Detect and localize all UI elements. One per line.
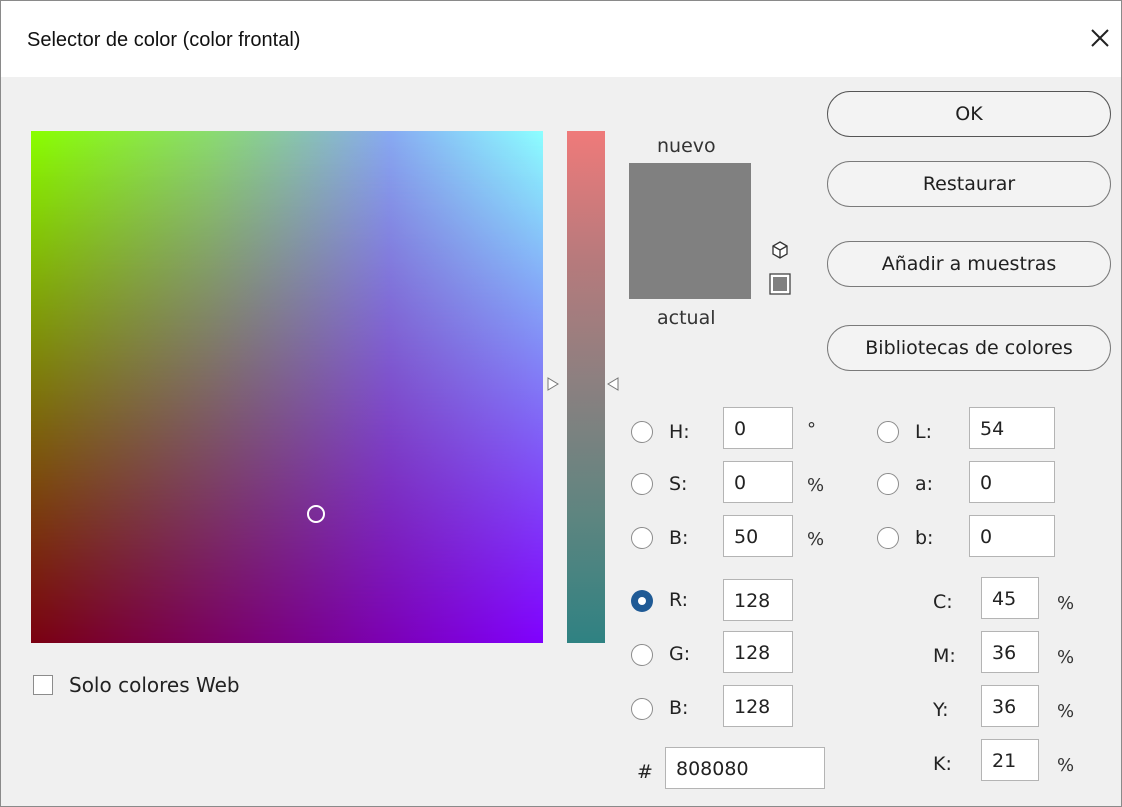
y-field[interactable]: 36 bbox=[981, 685, 1039, 727]
radio-b[interactable] bbox=[631, 527, 653, 549]
radio-l[interactable] bbox=[877, 421, 899, 443]
unit-b: % bbox=[807, 529, 825, 550]
c-field[interactable]: 45 bbox=[981, 577, 1039, 619]
radio-g[interactable] bbox=[631, 644, 653, 666]
m-field[interactable]: 36 bbox=[981, 631, 1039, 673]
slider-arrow-right-icon[interactable] bbox=[607, 377, 619, 391]
slider-arrow-left-icon[interactable] bbox=[547, 377, 559, 391]
web-swatch-icon[interactable] bbox=[769, 273, 791, 295]
hue-slider[interactable] bbox=[567, 131, 605, 643]
color-swatch[interactable] bbox=[629, 163, 751, 299]
radio-a[interactable] bbox=[877, 473, 899, 495]
unit-y: % bbox=[1057, 701, 1075, 722]
blue-field[interactable]: 128 bbox=[723, 685, 793, 727]
label-c: C: bbox=[933, 591, 953, 613]
label-s: S: bbox=[669, 473, 688, 495]
unit-h: ° bbox=[807, 419, 816, 440]
unit-c: % bbox=[1057, 593, 1075, 614]
close-button[interactable] bbox=[1083, 21, 1117, 55]
new-color-label: nuevo bbox=[657, 135, 716, 157]
label-g: G: bbox=[669, 643, 691, 665]
g-field[interactable]: 128 bbox=[723, 631, 793, 673]
label-b: B: bbox=[669, 527, 689, 549]
hex-label: # bbox=[637, 761, 653, 783]
hex-field[interactable]: 808080 bbox=[665, 747, 825, 789]
add-to-swatches-button[interactable]: Añadir a muestras bbox=[827, 241, 1111, 287]
color-libraries-button[interactable]: Bibliotecas de colores bbox=[827, 325, 1111, 371]
web-only-checkbox[interactable] bbox=[33, 675, 53, 695]
color-field-cursor[interactable] bbox=[307, 505, 325, 523]
label-m: M: bbox=[933, 645, 956, 667]
label-blue: B: bbox=[669, 697, 689, 719]
lab-b-field[interactable]: 0 bbox=[969, 515, 1055, 557]
unit-m: % bbox=[1057, 647, 1075, 668]
web-only-label: Solo colores Web bbox=[69, 673, 240, 697]
b-field[interactable]: 50 bbox=[723, 515, 793, 557]
label-y: Y: bbox=[933, 699, 949, 721]
ok-button[interactable]: OK bbox=[827, 91, 1111, 137]
label-lab-b: b: bbox=[915, 527, 934, 549]
current-color-label: actual bbox=[657, 307, 716, 329]
reset-button[interactable]: Restaurar bbox=[827, 161, 1111, 207]
color-picker-dialog: Selector de color (color frontal) nuevo … bbox=[0, 0, 1122, 807]
l-field[interactable]: 54 bbox=[969, 407, 1055, 449]
label-h: H: bbox=[669, 421, 690, 443]
radio-h[interactable] bbox=[631, 421, 653, 443]
r-field[interactable]: 128 bbox=[723, 579, 793, 621]
title-bar: Selector de color (color frontal) bbox=[1, 1, 1121, 77]
label-a: a: bbox=[915, 473, 934, 495]
radio-blue[interactable] bbox=[631, 698, 653, 720]
unit-k: % bbox=[1057, 755, 1075, 776]
k-field[interactable]: 21 bbox=[981, 739, 1039, 781]
label-r: R: bbox=[669, 589, 689, 611]
close-icon bbox=[1091, 29, 1109, 47]
radio-s[interactable] bbox=[631, 473, 653, 495]
label-k: K: bbox=[933, 753, 952, 775]
label-l: L: bbox=[915, 421, 932, 443]
window-title: Selector de color (color frontal) bbox=[27, 29, 301, 51]
unit-s: % bbox=[807, 475, 825, 496]
cube-icon[interactable] bbox=[771, 241, 789, 259]
a-field[interactable]: 0 bbox=[969, 461, 1055, 503]
color-field[interactable] bbox=[31, 131, 543, 643]
h-field[interactable]: 0 bbox=[723, 407, 793, 449]
s-field[interactable]: 0 bbox=[723, 461, 793, 503]
radio-lab-b[interactable] bbox=[877, 527, 899, 549]
radio-r[interactable] bbox=[631, 590, 653, 612]
